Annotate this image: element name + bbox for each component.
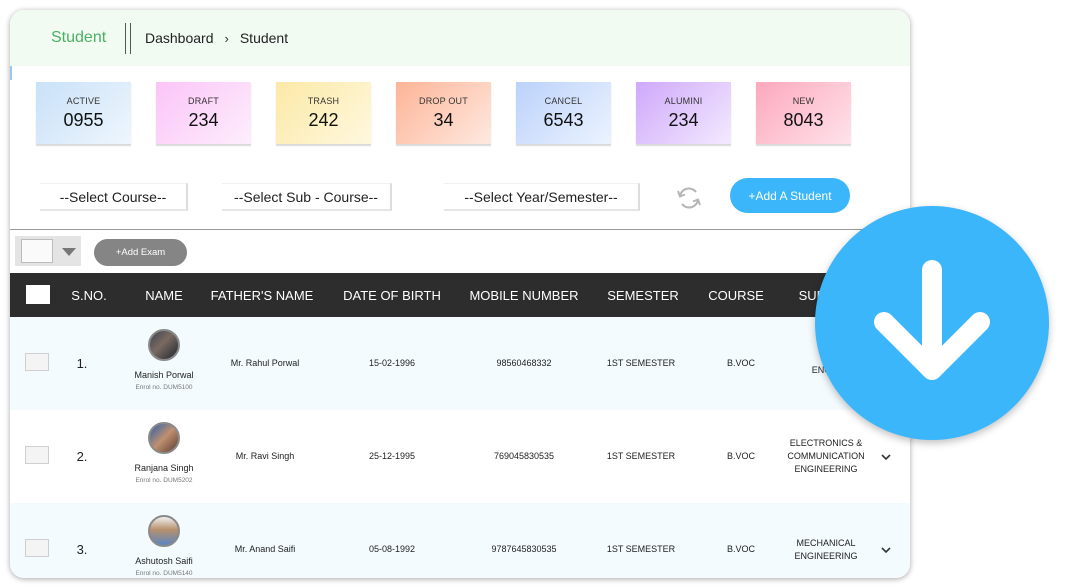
column-header-mobile: MOBILE NUMBER — [469, 287, 579, 303]
mobile-number: 769045830535 — [493, 451, 555, 461]
stat-value: 6543 — [543, 110, 584, 130]
stat-label: CANCEL — [544, 96, 583, 106]
mobile-number: 9787645830535 — [491, 544, 557, 554]
row-checkbox[interactable] — [25, 446, 49, 464]
semester: 1ST SEMESTER — [606, 358, 676, 368]
caret-down-icon — [62, 248, 76, 256]
stat-card-active[interactable]: ACTIVE 0955 — [36, 82, 131, 144]
column-header-name: NAME — [145, 287, 183, 303]
stat-value: 34 — [433, 110, 454, 130]
stat-value: 0955 — [63, 110, 104, 130]
download-arrow-icon — [874, 260, 990, 380]
stat-label: ACTIVE — [66, 96, 101, 106]
breadcrumb-dashboard[interactable]: Dashboard — [145, 30, 214, 46]
stat-card-cancel[interactable]: CANCEL 6543 — [516, 82, 611, 144]
student-name[interactable]: Ranjana Singh — [120, 463, 208, 473]
refresh-button[interactable] — [674, 183, 704, 213]
stat-value: 234 — [668, 110, 699, 130]
add-student-button[interactable]: +Add A Student — [730, 178, 850, 213]
stat-label: ALUMINI — [664, 96, 703, 106]
avatar — [148, 515, 180, 547]
student-name[interactable]: Ashutosh Saifi — [120, 556, 208, 566]
row-checkbox[interactable] — [25, 353, 49, 371]
stat-card-trash[interactable]: TRASH 242 — [276, 82, 371, 144]
semester: 1ST SEMESTER — [606, 451, 676, 461]
subject: ELECTRONICS & COMMUNICATION ENGINEERING — [787, 438, 865, 474]
stat-card-alumini[interactable]: ALUMINI 234 — [636, 82, 731, 144]
avatar — [148, 329, 180, 361]
refresh-icon — [677, 187, 701, 209]
course: B.VOC — [726, 451, 755, 461]
course: B.VOC — [726, 358, 755, 368]
page-title: Student — [51, 29, 107, 46]
enrol-number: Enrol no. DUM5202 — [135, 477, 193, 484]
student-panel: Student Dashboard › Student ACTIVE 0955 D… — [10, 10, 910, 578]
subject: MECHANICAL ENGINEERING — [794, 537, 858, 561]
bulk-select-checkbox[interactable] — [21, 239, 53, 263]
avatar — [148, 422, 180, 454]
fathers-name: Mr. Ravi Singh — [235, 451, 295, 461]
stat-value: 242 — [308, 110, 339, 130]
stat-card-new[interactable]: NEW 8043 — [756, 82, 851, 144]
status-stats: ACTIVE 0955 DRAFT 234 TRASH 242 DROP OUT 34 … — [36, 82, 876, 144]
chevron-down-icon[interactable] — [880, 544, 892, 556]
table-row: 2. Ranjana Singh Enrol no. DUM5202 Mr. R… — [10, 410, 910, 503]
year-semester-select[interactable]: --Select Year/Semester-- — [444, 183, 640, 211]
stat-label: TRASH — [307, 96, 340, 106]
breadcrumb-student: Student — [239, 30, 289, 46]
stat-value: 8043 — [783, 110, 824, 130]
stat-card-draft[interactable]: DRAFT 234 — [156, 82, 251, 144]
select-all-checkbox[interactable] — [26, 285, 50, 304]
student-name-cell: Ranjana Singh Enrol no. DUM5202 — [120, 422, 208, 484]
enrol-number: Enrol no. DUM5100 — [135, 384, 193, 391]
mobile-number: 98560468332 — [496, 358, 552, 368]
table-row: 3. Ashutosh Saifi Enrol no. DUM5140 Mr. … — [10, 503, 910, 578]
fathers-name: Mr. Anand Saifi — [234, 544, 296, 554]
header-divider — [125, 22, 131, 54]
row-sno: 2. — [76, 449, 88, 464]
bulk-select-dropdown[interactable] — [15, 236, 81, 266]
filter-bar: --Select Course-- --Select Sub - Course-… — [10, 178, 910, 213]
stat-label: NEW — [792, 96, 815, 106]
student-name[interactable]: Manish Porwal — [120, 370, 208, 380]
table-row: 1. Manish Porwal Enrol no. DUM5100 Mr. R… — [10, 317, 910, 410]
page-header: Student Dashboard › Student — [10, 10, 910, 66]
fathers-name: Mr. Rahul Porwal — [230, 358, 300, 368]
course-select[interactable]: --Select Course-- — [40, 183, 188, 211]
enrol-number: Enrol no. DUM5140 — [135, 570, 193, 577]
column-header-fathers-name: FATHER'S NAME — [210, 287, 314, 303]
student-name-cell: Manish Porwal Enrol no. DUM5100 — [120, 329, 208, 391]
column-header-course: COURSE — [708, 287, 764, 303]
table-header: S.NO. NAME FATHER'S NAME DATE OF BIRTH M… — [10, 273, 910, 317]
stat-card-drop-out[interactable]: DROP OUT 34 — [396, 82, 491, 144]
stat-value: 234 — [188, 110, 219, 130]
semester: 1ST SEMESTER — [606, 544, 676, 554]
column-header-semester: SEMESTER — [607, 287, 679, 303]
row-sno: 3. — [76, 542, 88, 557]
row-checkbox[interactable] — [25, 539, 49, 557]
row-sno: 1. — [76, 356, 88, 371]
stat-label: DRAFT — [188, 96, 219, 106]
stat-label: DROP OUT — [419, 96, 468, 106]
add-exam-button[interactable]: +Add Exam — [94, 239, 187, 266]
breadcrumb-chevron-icon: › — [224, 30, 229, 46]
student-name-cell: Ashutosh Saifi Enrol no. DUM5140 — [120, 515, 208, 577]
table-toolbar: +Add Exam — [10, 229, 910, 273]
column-header-dob: DATE OF BIRTH — [343, 287, 441, 303]
download-button[interactable] — [815, 206, 1049, 440]
column-header-sno: S.NO. — [71, 287, 107, 303]
sub-course-select[interactable]: --Select Sub - Course-- — [222, 183, 392, 211]
chevron-down-icon[interactable] — [880, 451, 892, 463]
date-of-birth: 05-08-1992 — [368, 544, 416, 554]
date-of-birth: 25-12-1995 — [368, 451, 416, 461]
date-of-birth: 15-02-1996 — [368, 358, 416, 368]
course: B.VOC — [726, 544, 755, 554]
